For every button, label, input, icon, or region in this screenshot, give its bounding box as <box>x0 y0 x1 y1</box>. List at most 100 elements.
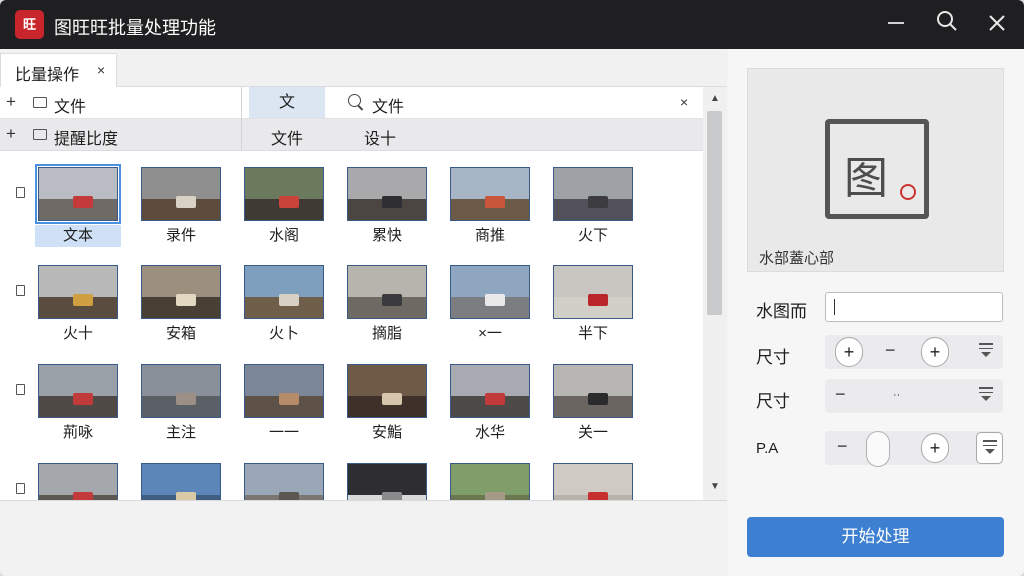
seal-glyph: 图 <box>844 153 888 204</box>
dropdown-menu-button[interactable] <box>976 432 1003 464</box>
thumbnail-item[interactable] <box>550 459 636 500</box>
start-processing-button[interactable]: 开始处理 <box>747 517 1004 557</box>
image-subject <box>73 393 93 405</box>
search-input[interactable]: 文件 <box>372 93 404 117</box>
image-subject <box>382 393 402 405</box>
thumbnail-caption: ×一 <box>478 325 502 342</box>
search-icon <box>348 94 361 107</box>
thumbnail-item[interactable]: 安鮨 <box>344 360 430 444</box>
thumbnail-item[interactable]: 火卜 <box>241 261 327 345</box>
close-button[interactable] <box>981 9 1013 41</box>
image-subject <box>588 393 608 405</box>
thumbnail-item[interactable]: 水阁 <box>241 163 327 247</box>
thumbnail-item[interactable]: 一一 <box>241 360 327 444</box>
clear-search-icon[interactable]: × <box>680 94 688 110</box>
scroll-down-icon[interactable]: ▼ <box>710 481 720 492</box>
slider-knob[interactable] <box>866 431 890 467</box>
tab-batch-operation[interactable]: 比量操作 × <box>0 53 117 87</box>
image-subject <box>73 294 93 306</box>
thumbnail-image <box>553 265 633 319</box>
size-stepper-1: + − + <box>825 335 1003 369</box>
minimize-button[interactable] <box>880 9 912 41</box>
image-subject <box>382 492 402 500</box>
thumbnail-caption: 主注 <box>165 424 196 441</box>
thumbnail-caption: 累快 <box>371 227 402 244</box>
minus-icon[interactable]: − <box>837 436 848 457</box>
app-window: 旺 图旺旺批量处理功能 比量操作 × + 文件 文 文件 × + 提醒比度 文件… <box>0 0 1024 576</box>
thumbnail-item[interactable]: 主注 <box>138 360 224 444</box>
thumbnail-caption: 水阁 <box>268 227 299 244</box>
filter-chip[interactable]: 文 <box>249 87 325 118</box>
image-subject <box>485 393 505 405</box>
thumbnail-item[interactable]: 录件 <box>138 163 224 247</box>
thumbnail-caption: 火下 <box>577 227 608 244</box>
minimize-icon <box>888 22 904 24</box>
image-subject <box>588 294 608 306</box>
scroll-up-icon[interactable]: ▲ <box>710 93 720 104</box>
thumbnail-item[interactable]: 摘脂 <box>344 261 430 345</box>
thumbnail-item[interactable] <box>344 459 430 500</box>
thumbnail-item[interactable]: 关一 <box>550 360 636 444</box>
thumbnail-image <box>141 167 221 221</box>
dropdown-menu-icon[interactable] <box>979 387 993 403</box>
filter-row-files: + 文件 文 文件 × <box>0 87 703 119</box>
column-header-settings[interactable]: 设十 <box>364 125 396 149</box>
thumbnail-caption: 关一 <box>577 424 608 441</box>
thumbnail-item[interactable] <box>447 459 533 500</box>
column-header-file[interactable]: 文件 <box>271 125 303 149</box>
image-background <box>554 464 632 496</box>
image-subject <box>279 393 299 405</box>
thumbnail-caption: 文本 <box>35 225 121 247</box>
image-background <box>142 365 220 397</box>
thumbnail-image <box>450 364 530 418</box>
expand-icon[interactable]: + <box>6 124 16 144</box>
image-background <box>348 464 426 496</box>
properties-panel: 图 水部蓋心部 水图而 尺寸 + − + 尺寸 − ·· P.A − + 开始处… <box>728 49 1024 576</box>
tab-close-icon[interactable]: × <box>97 62 105 78</box>
thumbnail-item[interactable]: 火下 <box>550 163 636 247</box>
thumbnail-item[interactable]: 累快 <box>344 163 430 247</box>
thumbnail-item[interactable]: 安箱 <box>138 261 224 345</box>
watermark-text-field[interactable] <box>825 292 1003 322</box>
thumbnail-image <box>141 463 221 500</box>
thumbnail-caption: 安箱 <box>165 325 196 342</box>
scrollbar-thumb[interactable] <box>707 111 722 315</box>
image-background <box>39 168 117 200</box>
dropdown-menu-icon <box>983 440 997 456</box>
increase-button[interactable]: + <box>835 337 863 367</box>
column-divider <box>241 119 242 151</box>
thumbnail-item[interactable]: 半下 <box>550 261 636 345</box>
thumbnail-item[interactable]: ×一 <box>447 261 533 345</box>
size-label-1: 尺寸 <box>756 348 790 367</box>
minus-icon[interactable]: − <box>885 340 896 361</box>
image-background <box>245 266 323 298</box>
thumbnail-image <box>141 364 221 418</box>
minus-icon[interactable]: − <box>835 384 846 405</box>
image-subject <box>382 294 402 306</box>
image-background <box>245 168 323 200</box>
image-background <box>39 464 117 496</box>
increase-button[interactable]: + <box>921 433 949 463</box>
image-background <box>554 365 632 397</box>
app-logo: 旺 <box>15 10 44 39</box>
thumbnail-item[interactable]: 火十 <box>35 261 121 345</box>
thumbnail-item[interactable]: 文本 <box>35 163 121 247</box>
thumbnail-item[interactable]: 水华 <box>447 360 533 444</box>
folder-icon <box>33 129 47 140</box>
dropdown-menu-icon[interactable] <box>979 343 993 359</box>
image-subject <box>73 492 93 500</box>
thumbnail-item[interactable] <box>35 459 121 500</box>
thumbnail-image <box>553 463 633 500</box>
image-background <box>348 168 426 200</box>
thumbnail-item[interactable]: 荊咏 <box>35 360 121 444</box>
thumbnail-item[interactable] <box>138 459 224 500</box>
search-button[interactable] <box>931 9 963 41</box>
thumbnail-image <box>38 364 118 418</box>
increase-button[interactable]: + <box>921 337 949 367</box>
size-label-2: 尺寸 <box>756 392 790 411</box>
vertical-scrollbar[interactable]: ▲ ▼ <box>703 87 727 500</box>
image-background <box>348 266 426 298</box>
expand-icon[interactable]: + <box>6 92 16 112</box>
thumbnail-item[interactable] <box>241 459 327 500</box>
thumbnail-item[interactable]: 商推 <box>447 163 533 247</box>
